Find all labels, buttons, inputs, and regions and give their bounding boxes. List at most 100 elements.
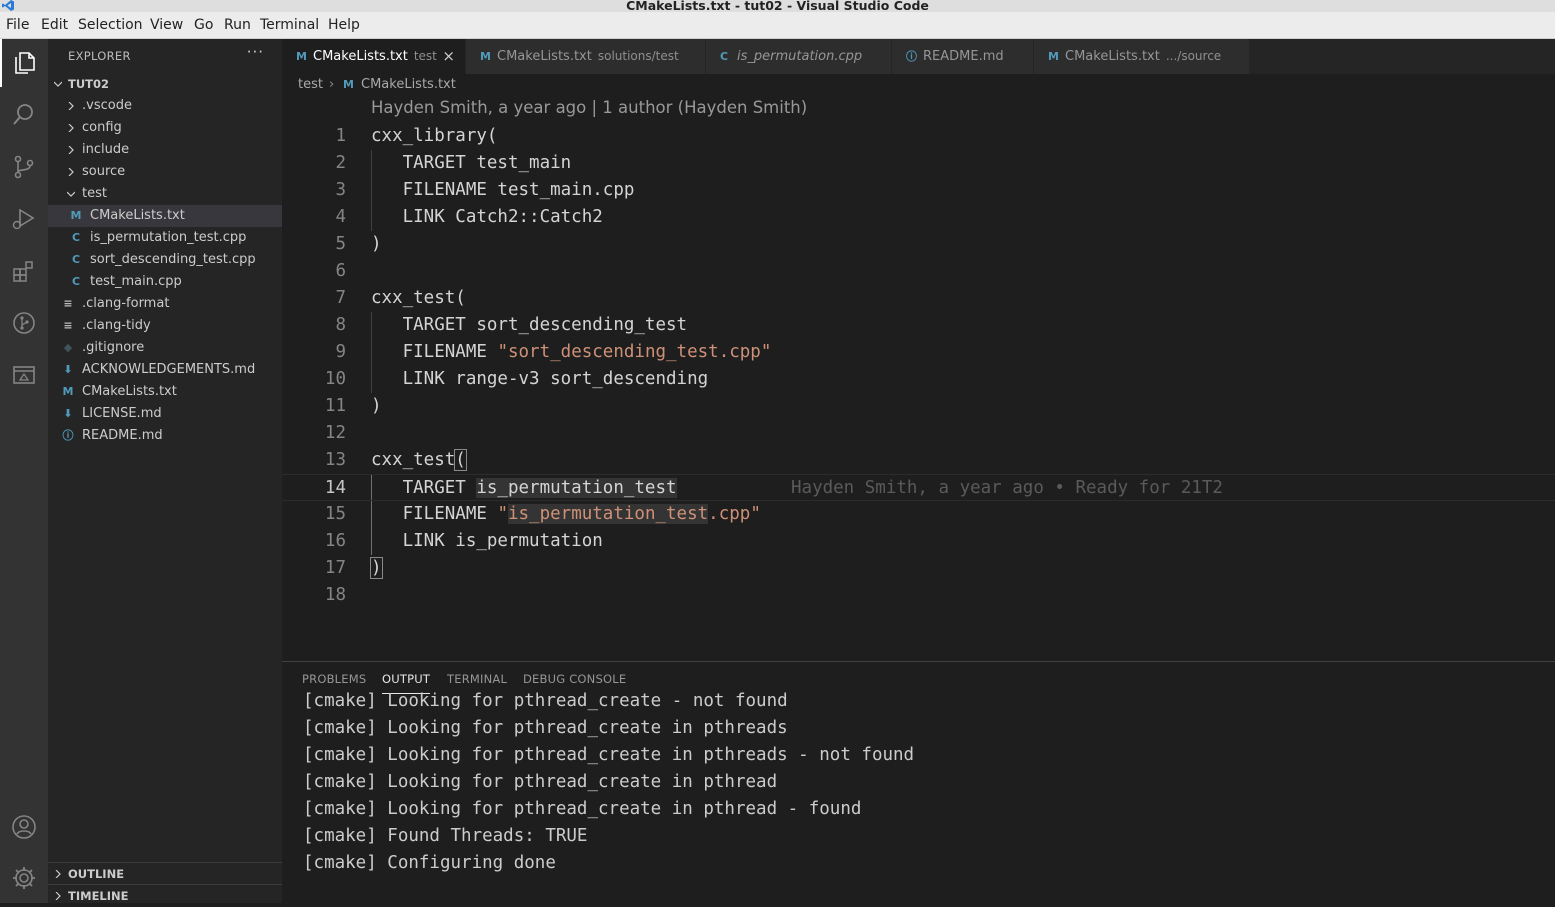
tab-label: README.md [923,39,1004,74]
chevron-right-icon [55,870,61,878]
workspace-root-label: TUT02 [68,77,110,91]
code-line[interactable]: 1 cxx_library( [282,123,1555,150]
menu-edit[interactable]: Edit [41,17,68,33]
line-text: cxx_library( [371,123,497,150]
folder-config[interactable]: config [48,117,282,139]
file-item[interactable]: ⬇ LICENSE.md [48,403,282,425]
code-token: TARGET test_main [371,153,572,173]
editor-tab[interactable]: Cis_permutation.cpp [706,39,892,74]
code-line[interactable]: 15 FILENAME "is_permutation_test.cpp" [282,501,1555,528]
code-line[interactable]: 7 cxx_test( [282,285,1555,312]
panel-tab-problems[interactable]: PROBLEMS [302,672,366,686]
code-line[interactable]: 4 LINK Catch2::Catch2 [282,204,1555,231]
code-editor[interactable]: Hayden Smith, a year ago | 1 author (Hay… [282,96,1555,661]
info-file-icon: ⓘ [62,429,74,442]
file-item[interactable]: ◆ .gitignore [48,337,282,359]
menu-file[interactable]: File [6,17,29,33]
cmake-file-icon: M [343,78,354,91]
editor-tab[interactable]: M CMakeLists.txt solutions/test [466,39,706,74]
git-graph-icon[interactable] [0,299,48,347]
chevron-right-icon [68,168,74,176]
file-item[interactable]: Csort_descending_test.cpp [48,249,282,271]
tab-label: CMakeLists.txt .../source [1065,39,1221,74]
code-line[interactable]: 18 [282,582,1555,609]
file-item[interactable]: M CMakeLists.txt [48,381,282,403]
code-token: ) [371,396,382,416]
panel-tab-debug-console[interactable]: DEBUG CONSOLE [523,672,626,686]
code-token: cxx_library( [371,126,498,146]
tree-item-label: CMakeLists.txt [90,208,185,223]
outline-section[interactable]: OUTLINE [48,862,282,884]
git-codelens[interactable]: Hayden Smith, a year ago | 1 author (Hay… [371,98,807,117]
tree-item-label: .vscode [82,98,132,113]
menu-go[interactable]: Go [194,17,213,33]
tree-item-label: is_permutation_test.cpp [90,230,247,245]
menu-selection[interactable]: Selection [78,17,143,33]
code-line[interactable]: 17) [282,555,1555,582]
menu-view[interactable]: View [150,17,183,33]
code-line[interactable]: 9 FILENAME "sort_descending_test.cpp" [282,339,1555,366]
menu-run[interactable]: Run [224,17,251,33]
run-debug-icon[interactable] [0,195,48,243]
code-line[interactable]: 3 FILENAME test_main.cpp [282,177,1555,204]
code-line[interactable]: 16 LINK is_permutation [282,528,1555,555]
output-line: [cmake] Looking for pthread_create in pt… [303,745,915,765]
source-control-icon[interactable] [0,143,48,191]
workspace-root[interactable]: TUT02 [48,73,282,95]
code-line[interactable]: 14 TARGET is_permutation_test Hayden Smit… [282,474,1555,501]
folder-include[interactable]: include [48,139,282,161]
code-token: is_permutation_test [476,478,677,498]
folder-source[interactable]: source [48,161,282,183]
panel-tab-terminal[interactable]: TERMINAL [447,672,507,686]
tree-item-label: test [82,186,107,201]
search-icon[interactable] [0,91,48,139]
file-item[interactable]: ⬇ ACKNOWLEDGEMENTS.md [48,359,282,381]
extensions-icon[interactable] [0,247,48,295]
line-number: 12 [324,423,346,443]
cmake-file-icon: M [1048,50,1059,63]
code-line[interactable]: 11) [282,393,1555,420]
manage-gear-icon[interactable] [0,854,48,902]
tree-item-label: sort_descending_test.cpp [90,252,256,267]
tab-label: is_permutation.cpp [737,39,862,74]
close-icon[interactable]: × [442,39,455,74]
folder-vscode[interactable]: .vscode [48,95,282,117]
editor-tab[interactable]: M CMakeLists.txt .../source [1034,39,1250,74]
code-line[interactable]: 5) [282,231,1555,258]
tree-item-label: LICENSE.md [82,406,162,421]
menu-help[interactable]: Help [328,17,360,33]
tree-item-label: source [82,164,126,179]
code-line[interactable]: 12 [282,420,1555,447]
file-item[interactable]: ≡ .clang-tidy [48,315,282,337]
line-number: 18 [324,585,346,605]
chevron-right-icon [55,892,61,900]
editor-tab[interactable]: ⓘ README.md [892,39,1034,74]
line-text: TARGET is_permutation_test [371,475,677,502]
breadcrumb-file[interactable]: CMakeLists.txt [361,74,456,96]
more-actions-icon[interactable]: ··· [247,43,264,61]
account-icon[interactable] [0,803,48,851]
editor-tab[interactable]: M CMakeLists.txt test × [282,39,466,74]
line-number: 7 [335,288,346,308]
code-line[interactable]: 2 TARGET test_main [282,150,1555,177]
remote-explorer-icon[interactable] [0,351,48,399]
file-item[interactable]: M CMakeLists.txt [48,205,282,227]
code-line[interactable]: 13 cxx_test( [282,447,1555,474]
output-line: [cmake] Looking for pthread_create - not… [303,691,788,711]
menu-terminal[interactable]: Terminal [260,17,319,33]
code-line[interactable]: 10 LINK range-v3 sort_descending [282,366,1555,393]
file-item[interactable]: Cis_permutation_test.cpp [48,227,282,249]
file-item[interactable]: ≡ .clang-format [48,293,282,315]
code-line[interactable]: 8 TARGET sort_descending_test [282,312,1555,339]
folder-test[interactable]: test [48,183,282,205]
tab-description: .../source [1165,49,1222,63]
file-item[interactable]: Ctest_main.cpp [48,271,282,293]
code-line[interactable]: 6 [282,258,1555,285]
explorer-icon[interactable] [0,39,48,87]
breadcrumb-folder[interactable]: test [298,74,323,96]
cpp-file-icon: C [71,275,81,288]
output-line: [cmake] Configuring done [303,853,556,873]
chevron-right-icon [68,102,74,110]
line-number: 3 [335,180,346,200]
file-item[interactable]: ⓘ README.md [48,425,282,447]
